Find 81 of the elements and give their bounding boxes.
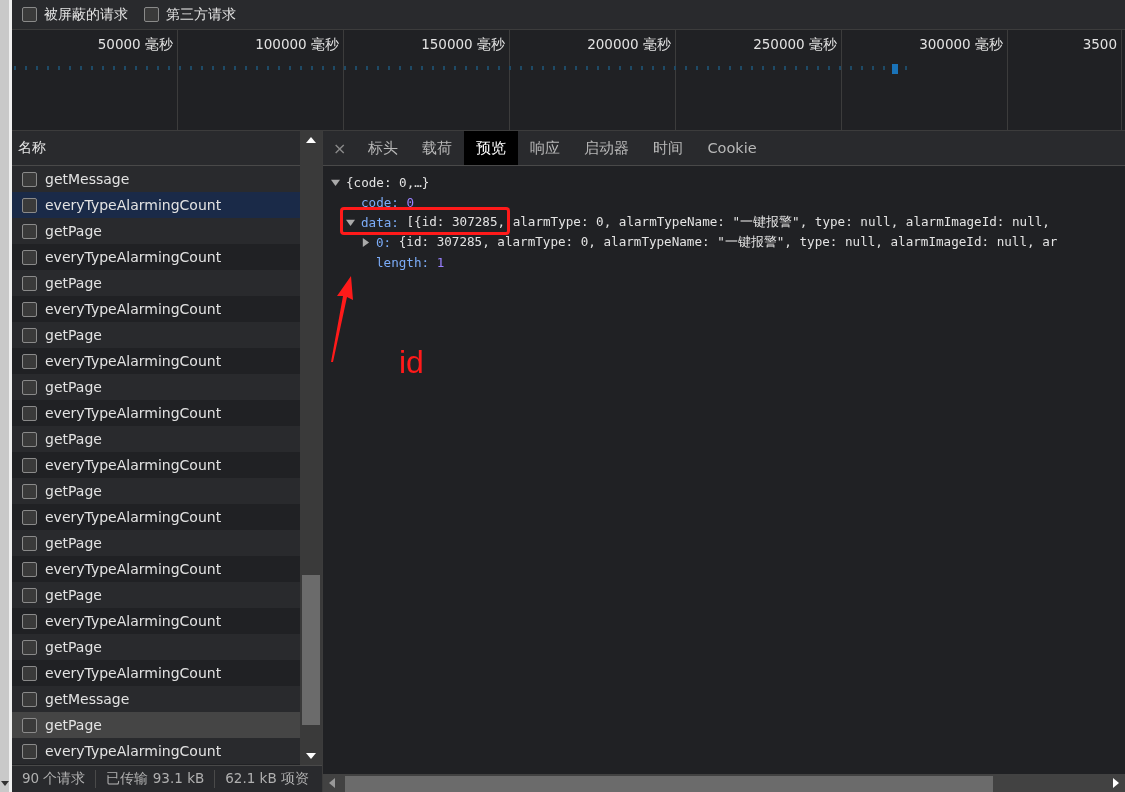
request-row[interactable]: getPage [12, 218, 300, 244]
checkbox[interactable] [22, 665, 37, 681]
time-label: 200000 毫秒 [587, 36, 671, 54]
checkbox[interactable] [22, 249, 37, 265]
request-row[interactable]: getPage [12, 478, 300, 504]
tab[interactable]: 启动器 [572, 131, 642, 165]
checkbox[interactable] [22, 483, 37, 499]
checkbox[interactable] [22, 327, 37, 343]
checkbox[interactable] [22, 353, 37, 369]
request-row[interactable]: getPage [12, 530, 300, 556]
list-scrollbar[interactable] [300, 131, 322, 765]
checkbox[interactable] [22, 301, 37, 317]
scrollbar-thumb[interactable] [302, 575, 320, 725]
time-label: 150000 毫秒 [421, 36, 505, 54]
time-label: 3500 [1082, 36, 1117, 52]
checkbox[interactable] [22, 197, 37, 213]
filter-checkbox[interactable]: 第三方请求 [144, 5, 236, 24]
checkbox[interactable] [22, 223, 37, 239]
close-button[interactable]: × [323, 131, 357, 165]
checkbox[interactable] [22, 717, 37, 733]
checkbox[interactable] [22, 275, 37, 291]
scroll-down-icon[interactable] [306, 753, 316, 759]
request-row[interactable]: getPage [12, 712, 300, 738]
horizontal-scrollbar[interactable] [323, 774, 1125, 792]
checkbox[interactable] [22, 509, 37, 525]
checkbox[interactable] [144, 7, 159, 22]
request-row[interactable]: everyTypeAlarmingCount [12, 738, 300, 764]
tab[interactable]: 时间 [641, 131, 696, 165]
property-key: length: [376, 254, 430, 270]
collapse-caret-icon[interactable] [346, 217, 355, 227]
property-key: code: [361, 194, 399, 210]
property-value: {id: 307285, alarmType: 0, alarmTypeName: "一键报警", type: null, alarmImageId: null, ar [398, 233, 1058, 251]
checkbox[interactable] [22, 457, 37, 473]
request-row[interactable]: getPage [12, 582, 300, 608]
status-text: 62.1 kB 项资 [224, 770, 309, 788]
property-value: [{id: 307285, alarmType: 0, alarmTypeName: "一键报警", type: null, alarmImageId: null, [406, 213, 1050, 231]
property-value: 1 [436, 254, 445, 270]
scroll-down-icon[interactable] [0, 781, 9, 786]
checkbox[interactable] [22, 561, 37, 577]
time-label: 250000 毫秒 [753, 36, 837, 54]
checkbox[interactable] [22, 613, 37, 629]
object-summary: {code: 0,…} [346, 174, 430, 190]
request-row[interactable]: getPage [12, 270, 300, 296]
checkbox[interactable] [22, 639, 37, 655]
request-row[interactable]: getPage [12, 374, 300, 400]
tab[interactable]: Cookie [695, 131, 769, 165]
time-label: 50000 毫秒 [97, 36, 173, 54]
tab[interactable]: 响应 [518, 131, 573, 165]
tab[interactable]: 标头 [356, 131, 411, 165]
checkbox[interactable] [22, 171, 37, 187]
annotation-text: id [399, 344, 424, 381]
request-row[interactable]: getMessage [12, 686, 300, 712]
property-key: data: [361, 214, 399, 230]
checkbox[interactable] [22, 379, 37, 395]
checkbox[interactable] [22, 691, 37, 707]
time-label: 100000 毫秒 [255, 36, 339, 54]
property-key: 0: [376, 234, 392, 250]
checkbox[interactable] [22, 431, 37, 447]
property-value: 0 [406, 194, 415, 210]
request-row[interactable]: getPage [12, 322, 300, 348]
request-row[interactable]: getMessage [12, 166, 300, 192]
scroll-up-icon[interactable] [306, 137, 316, 143]
scroll-left-icon[interactable] [329, 778, 335, 788]
filter-checkbox[interactable]: 被屏蔽的请求 [22, 5, 128, 24]
scroll-right-icon[interactable] [1113, 778, 1119, 788]
tab[interactable]: 预览 [464, 131, 519, 165]
checkbox[interactable] [22, 405, 37, 421]
tab[interactable]: 载荷 [410, 131, 465, 165]
request-row[interactable]: getPage [12, 634, 300, 660]
request-row[interactable]: everyTypeAlarmingCount [12, 192, 300, 218]
checkbox[interactable] [22, 7, 37, 22]
request-row[interactable]: getPage [12, 426, 300, 452]
checkbox[interactable] [22, 587, 37, 603]
name-column-header[interactable]: 名称 [12, 131, 300, 166]
collapse-caret-icon[interactable] [331, 177, 340, 187]
status-text: 已传输 93.1 kB [96, 770, 216, 788]
checkbox[interactable] [22, 743, 37, 759]
expand-caret-icon[interactable] [361, 237, 370, 247]
time-label: 300000 毫秒 [919, 36, 1003, 54]
checkbox[interactable] [22, 535, 37, 551]
status-text: 90 个请求 [12, 770, 97, 788]
